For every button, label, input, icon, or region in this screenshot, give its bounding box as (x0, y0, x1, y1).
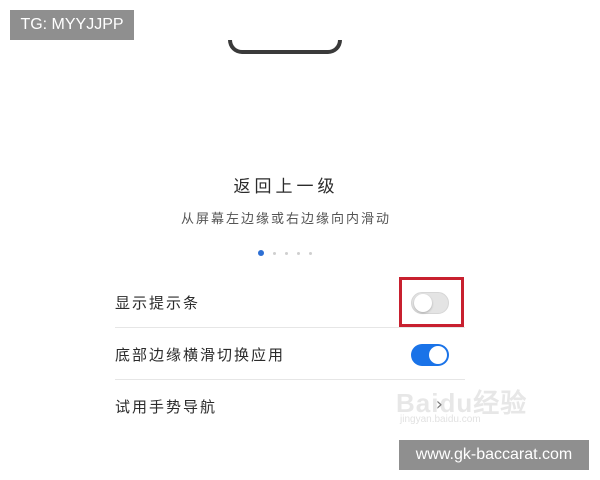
page-dot[interactable] (273, 251, 276, 255)
page-dot[interactable] (297, 251, 300, 255)
setting-label: 试用手势导航 (115, 398, 218, 416)
page-dot-active[interactable] (258, 250, 264, 256)
setting-row-bottom-swipe-switch-apps[interactable]: 底部边缘横滑切换应用 (115, 328, 465, 380)
tg-handle-badge: TG: MYYJJPP (10, 10, 134, 40)
setting-row-try-gesture-navigation[interactable]: 试用手势导航 › (115, 380, 465, 432)
bottom-swipe-switch-apps-toggle[interactable] (411, 344, 449, 366)
toggle-knob (429, 346, 447, 364)
page-dot[interactable] (309, 251, 312, 255)
setting-label: 显示提示条 (115, 294, 201, 312)
page-dot[interactable] (285, 251, 288, 255)
page-indicator (258, 249, 312, 257)
gesture-description: 从屏幕左边缘或右边缘向内滑动 (180, 212, 391, 227)
gesture-title: 返回上一级 (233, 177, 339, 197)
phone-outline-illustration (228, 40, 342, 54)
setting-label: 底部边缘横滑切换应用 (115, 346, 286, 364)
chevron-right-icon[interactable]: › (436, 394, 443, 415)
highlight-annotation-box (399, 277, 464, 327)
site-url-badge: www.gk-baccarat.com (399, 440, 589, 470)
